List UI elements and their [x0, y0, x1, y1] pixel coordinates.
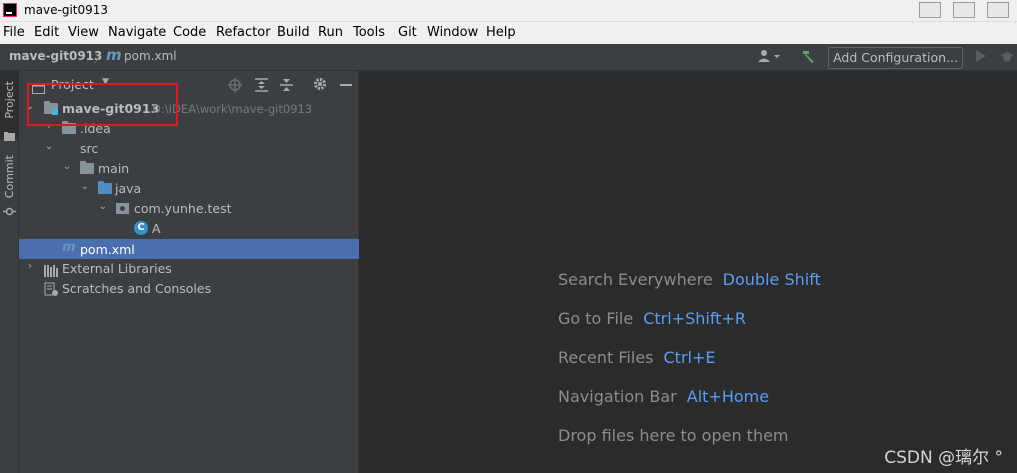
- tree-label: src: [80, 141, 99, 156]
- collapsed-arrow-icon[interactable]: ›: [25, 261, 35, 272]
- menu-tools[interactable]: Tools: [353, 25, 385, 40]
- tree-label: A: [152, 221, 161, 236]
- hint-text: Recent Files: [558, 348, 654, 367]
- tree-row-class-a[interactable]: C A: [19, 218, 359, 238]
- window-title: mave-git0913: [24, 3, 109, 17]
- hint-text: Search Everywhere: [558, 270, 713, 289]
- menu-bar: File Edit View Navigate Code Refactor Bu…: [0, 22, 1017, 44]
- close-button[interactable]: [987, 2, 1009, 18]
- expanded-arrow-icon[interactable]: ⌄: [44, 141, 54, 152]
- menu-window[interactable]: Window: [427, 25, 478, 40]
- project-panel: Project ▼ ⌄ mave-git0913 D:\IDEA\work\ma…: [19, 71, 359, 473]
- add-configuration-button[interactable]: Add Configuration...: [828, 47, 963, 69]
- menu-view[interactable]: View: [68, 25, 99, 40]
- tree-label: Scratches and Consoles: [62, 281, 212, 296]
- menu-build[interactable]: Build: [277, 25, 310, 40]
- window-controls: [919, 2, 1009, 18]
- menu-help[interactable]: Help: [486, 25, 516, 40]
- maven-icon: m: [62, 240, 76, 255]
- hint-navigation-bar: Navigation Bar Alt+Home: [558, 387, 769, 406]
- tree-label: java: [115, 181, 142, 196]
- hint-search-everywhere: Search Everywhere Double Shift: [558, 270, 821, 289]
- menu-git[interactable]: Git: [398, 25, 417, 40]
- editor-empty-state: Search Everywhere Double Shift Go to File…: [360, 71, 1017, 473]
- maven-icon: m: [106, 46, 122, 64]
- menu-edit[interactable]: Edit: [34, 25, 59, 40]
- project-tool-tab[interactable]: Project: [3, 81, 16, 119]
- debug-icon[interactable]: [1000, 49, 1014, 67]
- navigation-bar: mave-git0913 〉 m pom.xml Add Configurati…: [0, 44, 1017, 71]
- minimize-button[interactable]: [919, 2, 941, 18]
- hint-drop-files: Drop files here to open them: [558, 426, 789, 445]
- hint-text: Drop files here to open them: [558, 426, 789, 445]
- expanded-arrow-icon[interactable]: ⌄: [98, 201, 108, 212]
- hint-go-to-file: Go to File Ctrl+Shift+R: [558, 309, 746, 328]
- menu-file[interactable]: File: [3, 25, 25, 40]
- tree-row-scratches[interactable]: Scratches and Consoles: [19, 278, 359, 298]
- commit-icon: [3, 201, 16, 220]
- hide-panel-icon[interactable]: [340, 84, 352, 86]
- build-hammer-icon[interactable]: [800, 48, 816, 68]
- hint-shortcut: Alt+Home: [686, 387, 770, 406]
- tree-label: External Libraries: [62, 261, 172, 276]
- locate-file-icon[interactable]: [228, 77, 242, 96]
- expand-all-icon[interactable]: [255, 77, 268, 96]
- menu-navigate[interactable]: Navigate: [108, 25, 166, 40]
- hint-text: Go to File: [558, 309, 634, 328]
- hint-shortcut: Ctrl+Shift+R: [643, 309, 746, 328]
- expanded-arrow-icon[interactable]: ⌄: [80, 181, 90, 192]
- tree-row-main[interactable]: ⌄ main: [19, 158, 359, 178]
- hint-text: Navigation Bar: [558, 387, 677, 406]
- hint-shortcut: Double Shift: [722, 270, 821, 289]
- tree-row-pom[interactable]: m pom.xml: [19, 239, 359, 259]
- csdn-watermark: CSDN @璃尔 °: [884, 448, 1003, 468]
- folder-icon: [80, 161, 94, 174]
- maximize-button[interactable]: [953, 2, 975, 18]
- hint-shortcut: Ctrl+E: [663, 348, 716, 367]
- menu-code[interactable]: Code: [173, 25, 206, 40]
- breadcrumb-separator: 〉: [94, 51, 107, 65]
- tree-row-src[interactable]: ⌄ src: [19, 138, 359, 158]
- user-account-icon[interactable]: [758, 49, 782, 67]
- intellij-app-icon: [3, 3, 17, 17]
- collapse-all-icon[interactable]: [280, 77, 293, 96]
- tree-row-external-libraries[interactable]: › External Libraries: [19, 258, 359, 278]
- scratches-icon: [44, 281, 58, 300]
- source-folder-icon: [98, 181, 112, 194]
- tree-row-package[interactable]: ⌄ com.yunhe.test: [19, 198, 359, 218]
- run-icon[interactable]: [975, 49, 987, 67]
- class-icon: C: [134, 221, 148, 235]
- gear-icon[interactable]: [313, 76, 327, 95]
- tree-row-java[interactable]: ⌄ java: [19, 178, 359, 198]
- commit-tool-tab[interactable]: Commit: [3, 155, 16, 198]
- menu-refactor[interactable]: Refactor: [216, 25, 271, 40]
- expanded-arrow-icon[interactable]: ⌄: [62, 161, 72, 172]
- folder-icon: [4, 126, 15, 145]
- tree-label: com.yunhe.test: [134, 201, 232, 216]
- hint-recent-files: Recent Files Ctrl+E: [558, 348, 715, 367]
- breadcrumb-file[interactable]: pom.xml: [124, 49, 177, 63]
- highlight-annotation-box: [27, 83, 178, 126]
- menu-run[interactable]: Run: [318, 25, 343, 40]
- breadcrumb-project[interactable]: mave-git0913: [9, 49, 102, 63]
- tree-label: main: [98, 161, 130, 176]
- tree-label: pom.xml: [80, 242, 135, 257]
- window-title-bar: mave-git0913: [0, 0, 1017, 22]
- tool-window-stripe: Project Commit: [0, 71, 19, 473]
- package-icon: [116, 203, 129, 214]
